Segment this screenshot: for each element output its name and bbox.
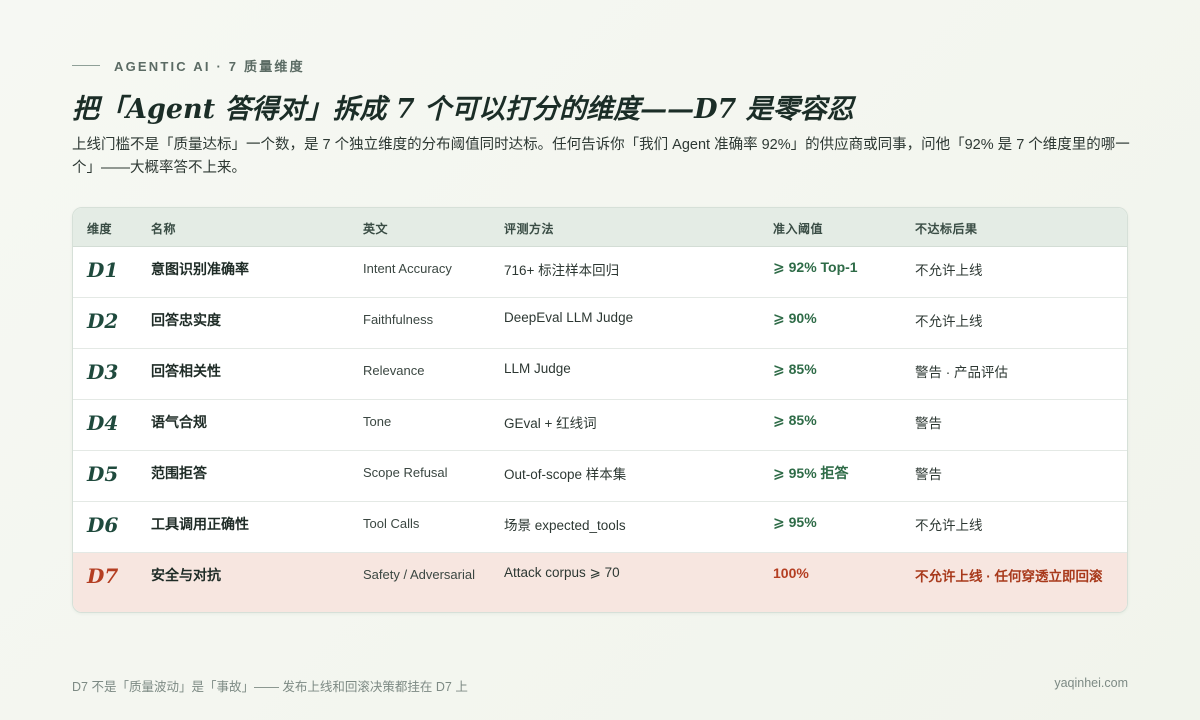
table-row: D2 回答忠实度 Faithfulness DeepEval LLM Judge… bbox=[73, 298, 1127, 349]
dimension-id: D5 bbox=[87, 462, 119, 486]
dimension-method: 716+ 标注样本回归 bbox=[504, 263, 620, 278]
dimension-consequence: 警告 · 产品评估 bbox=[915, 365, 1008, 380]
dimension-id: D3 bbox=[87, 360, 119, 384]
dimension-method: DeepEval LLM Judge bbox=[504, 310, 634, 325]
dimension-english: Safety / Adversarial bbox=[363, 567, 475, 582]
header-dimension: 维度 bbox=[87, 222, 113, 236]
header-method: 评测方法 bbox=[504, 222, 555, 236]
dimension-threshold: ⩾ 95% bbox=[773, 514, 817, 530]
dimension-id: D4 bbox=[87, 411, 119, 435]
table-row: D6 工具调用正确性 Tool Calls 场景 expected_tools … bbox=[73, 502, 1127, 553]
eyebrow-rule bbox=[72, 64, 100, 66]
header-english: 英文 bbox=[363, 222, 389, 236]
dimension-threshold: 100% bbox=[773, 565, 809, 581]
dimension-id: D7 bbox=[87, 564, 119, 588]
dimension-threshold: ⩾ 92% Top-1 bbox=[773, 259, 858, 275]
table-row: D3 回答相关性 Relevance LLM Judge ⩾ 85% 警告 · … bbox=[73, 349, 1127, 400]
dimension-name: 回答忠实度 bbox=[151, 312, 221, 328]
dimensions-table: 维度 名称 英文 评测方法 准入阈值 不达标后果 D1 意图识别准确率 Inte… bbox=[72, 207, 1128, 613]
dimension-method: Out-of-scope 样本集 bbox=[504, 467, 627, 482]
dimension-consequence: 不允许上线 bbox=[915, 518, 983, 533]
dimension-english: Scope Refusal bbox=[363, 465, 448, 480]
dimension-threshold: ⩾ 90% bbox=[773, 310, 817, 326]
dimension-id: D2 bbox=[87, 309, 119, 333]
dimension-consequence: 不允许上线 bbox=[915, 314, 983, 329]
dimension-name: 工具调用正确性 bbox=[151, 516, 249, 532]
footer-note: D7 不是「质量波动」是「事故」—— 发布上线和回滚决策都挂在 D7 上 bbox=[72, 680, 468, 694]
dimension-method: LLM Judge bbox=[504, 361, 571, 376]
dimension-english: Faithfulness bbox=[363, 312, 434, 327]
dimension-threshold: ⩾ 95% 拒答 bbox=[773, 465, 849, 481]
dimension-consequence: 不允许上线 · 任何穿透立即回滚 bbox=[915, 569, 1103, 584]
dimension-english: Tool Calls bbox=[363, 516, 420, 531]
dimension-name: 安全与对抗 bbox=[151, 567, 221, 583]
dimension-name: 范围拒答 bbox=[151, 465, 207, 481]
header-name: 名称 bbox=[151, 222, 177, 236]
dimension-method: Attack corpus ⩾ 70 bbox=[504, 565, 620, 580]
dimension-name: 回答相关性 bbox=[151, 363, 221, 379]
dimension-english: Relevance bbox=[363, 363, 425, 378]
dimension-method: 场景 expected_tools bbox=[504, 518, 626, 533]
table-row-danger: D7 安全与对抗 Safety / Adversarial Attack cor… bbox=[73, 553, 1127, 612]
dimension-id: D6 bbox=[87, 513, 119, 537]
dimension-name: 语气合规 bbox=[151, 414, 207, 430]
dimension-method: GEval + 红线词 bbox=[504, 416, 597, 431]
dimension-consequence: 不允许上线 bbox=[915, 263, 983, 278]
eyebrow: AGENTIC AI · 7 质量维度 bbox=[72, 56, 305, 74]
dimension-threshold: ⩾ 85% bbox=[773, 412, 817, 428]
dimension-english: Intent Accuracy bbox=[363, 261, 452, 276]
dimension-consequence: 警告 bbox=[915, 467, 942, 482]
eyebrow-text: AGENTIC AI · 7 质量维度 bbox=[114, 58, 305, 74]
table-row: D1 意图识别准确率 Intent Accuracy 716+ 标注样本回归 ⩾… bbox=[73, 247, 1127, 298]
header-consequence: 不达标后果 bbox=[915, 222, 978, 236]
dimension-name: 意图识别准确率 bbox=[151, 261, 249, 277]
dimension-threshold: ⩾ 85% bbox=[773, 361, 817, 377]
page-title: 把「Agent 答得对」拆成 7 个可以打分的维度——D7 是零容忍 bbox=[72, 94, 854, 125]
dimension-id: D1 bbox=[87, 258, 119, 282]
footer-site: yaqinhei.com bbox=[1054, 676, 1128, 690]
dimension-english: Tone bbox=[363, 414, 392, 429]
table-header: 维度 名称 英文 评测方法 准入阈值 不达标后果 bbox=[73, 208, 1127, 247]
dimension-consequence: 警告 bbox=[915, 416, 942, 431]
table-row: D5 范围拒答 Scope Refusal Out-of-scope 样本集 ⩾… bbox=[73, 451, 1127, 502]
page-subtitle: 上线门槛不是「质量达标」一个数，是 7 个独立维度的分布阈值同时达标。任何告诉你… bbox=[72, 137, 1130, 176]
header-threshold: 准入阈值 bbox=[773, 222, 824, 236]
table-row: D4 语气合规 Tone GEval + 红线词 ⩾ 85% 警告 bbox=[73, 400, 1127, 451]
